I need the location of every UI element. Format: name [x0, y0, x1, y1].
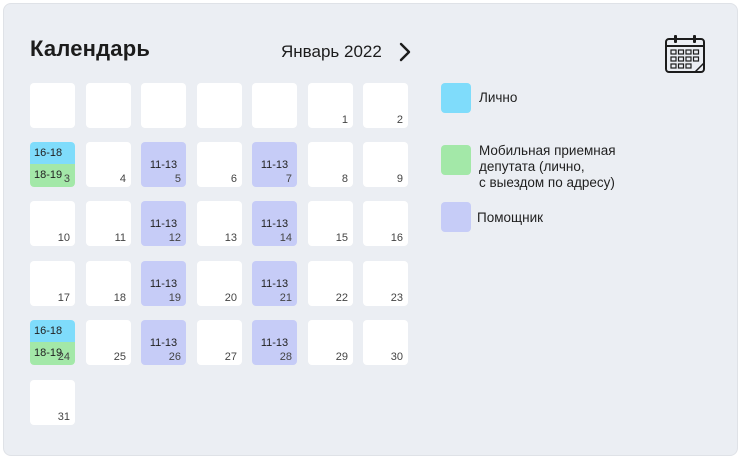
- day-cell[interactable]: 17: [30, 261, 75, 306]
- day-cell[interactable]: 16-18 18-19 24: [30, 320, 75, 365]
- day-cell[interactable]: 11-13 12: [141, 201, 186, 246]
- day-number: 8: [341, 173, 348, 185]
- day-cell[interactable]: 10: [30, 201, 75, 246]
- legend-personal-swatch: [441, 83, 471, 113]
- day-cell[interactable]: 18: [86, 261, 131, 306]
- day-number: 2: [396, 114, 403, 126]
- day-cell[interactable]: 13: [197, 201, 242, 246]
- day-number: 19: [168, 292, 181, 304]
- day-number: 4: [119, 173, 126, 185]
- day-cell[interactable]: 2: [363, 83, 408, 128]
- day-cell[interactable]: 9: [363, 142, 408, 187]
- day-cell[interactable]: 22: [308, 261, 353, 306]
- day-cell[interactable]: 23: [363, 261, 408, 306]
- empty-day-cell: [252, 83, 297, 128]
- day-number: 9: [396, 173, 403, 185]
- personal-slot: 16-18: [30, 320, 75, 342]
- day-cell[interactable]: 11-13 5: [141, 142, 186, 187]
- day-number: 13: [224, 232, 237, 244]
- day-number: 7: [285, 173, 292, 185]
- personal-slot: 16-18: [30, 142, 75, 164]
- day-number: 6: [230, 173, 237, 185]
- legend-mobile-line: депутата (лично,: [479, 159, 585, 174]
- day-cell[interactable]: 4: [86, 142, 131, 187]
- day-number: 28: [279, 351, 292, 363]
- day-number: 20: [224, 292, 237, 304]
- legend-personal-label: Лично: [479, 90, 518, 105]
- day-number: 3: [63, 173, 70, 185]
- slot-time: 11-13: [149, 218, 178, 230]
- day-number: 15: [335, 232, 348, 244]
- day-number: 24: [57, 351, 70, 363]
- legend-assistant-swatch: [441, 202, 471, 232]
- page-title: Календарь: [30, 36, 151, 61]
- legend-mobile-line: Мобильная приемная: [479, 143, 616, 158]
- day-number: 23: [390, 292, 403, 304]
- day-cell[interactable]: 16-18 18-19 3: [30, 142, 75, 187]
- day-number: 31: [57, 411, 70, 423]
- day-cell[interactable]: 20: [197, 261, 242, 306]
- day-number: 26: [168, 351, 181, 363]
- empty-day-cell: [30, 83, 75, 128]
- day-cell[interactable]: 11-13 14: [252, 201, 297, 246]
- slot-time: 11-13: [149, 278, 178, 290]
- day-cell[interactable]: 30: [363, 320, 408, 365]
- day-number: 30: [390, 351, 403, 363]
- slot-time: 11-13: [149, 159, 178, 171]
- slot-time: 16-18: [34, 325, 63, 337]
- day-cell[interactable]: 31: [30, 380, 75, 425]
- legend-mobile-line: с выездом по адресу): [479, 175, 615, 190]
- empty-day-cell: [86, 83, 131, 128]
- legend-assistant-label: Помощник: [477, 210, 544, 225]
- day-cell[interactable]: 11-13 7: [252, 142, 297, 187]
- slot-time: 16-18: [34, 147, 63, 159]
- day-cell[interactable]: 11: [86, 201, 131, 246]
- day-number: 1: [341, 114, 348, 126]
- slot-time: 11-13: [260, 337, 289, 349]
- slot-time: 11-13: [260, 278, 289, 290]
- day-number: 12: [168, 232, 181, 244]
- day-cell[interactable]: 29: [308, 320, 353, 365]
- day-number: 10: [57, 232, 70, 244]
- day-cell[interactable]: 16: [363, 201, 408, 246]
- day-number: 27: [224, 351, 237, 363]
- empty-day-cell: [141, 83, 186, 128]
- calendar-icon[interactable]: [664, 33, 706, 75]
- day-number: 11: [114, 232, 126, 244]
- day-cell[interactable]: 6: [197, 142, 242, 187]
- month-label: Январь 2022: [281, 42, 382, 61]
- day-cell[interactable]: 11-13 19: [141, 261, 186, 306]
- day-number: 21: [279, 292, 292, 304]
- day-number: 14: [279, 232, 292, 244]
- day-cell[interactable]: 11-13 28: [252, 320, 297, 365]
- legend-mobile-label: Мобильная приемная депутата (лично, с вы…: [479, 143, 616, 191]
- day-cell[interactable]: 1: [308, 83, 353, 128]
- day-number: 22: [335, 292, 348, 304]
- day-cell[interactable]: 11-13 26: [141, 320, 186, 365]
- slot-time: 11-13: [260, 218, 289, 230]
- day-number: 25: [113, 351, 126, 363]
- chevron-right-icon[interactable]: [397, 41, 413, 63]
- empty-day-cell: [197, 83, 242, 128]
- legend-mobile-swatch: [441, 145, 471, 175]
- day-cell[interactable]: 25: [86, 320, 131, 365]
- day-cell[interactable]: 27: [197, 320, 242, 365]
- slot-time: 11-13: [149, 337, 178, 349]
- slot-time: 18-19: [34, 169, 63, 181]
- day-cell[interactable]: 15: [308, 201, 353, 246]
- day-number: 16: [390, 232, 403, 244]
- day-number: 17: [57, 292, 70, 304]
- day-cell[interactable]: 11-13 21: [252, 261, 297, 306]
- slot-time: 11-13: [260, 159, 289, 171]
- day-number: 29: [335, 351, 348, 363]
- day-cell[interactable]: 8: [308, 142, 353, 187]
- day-number: 5: [174, 173, 181, 185]
- day-number: 18: [113, 292, 126, 304]
